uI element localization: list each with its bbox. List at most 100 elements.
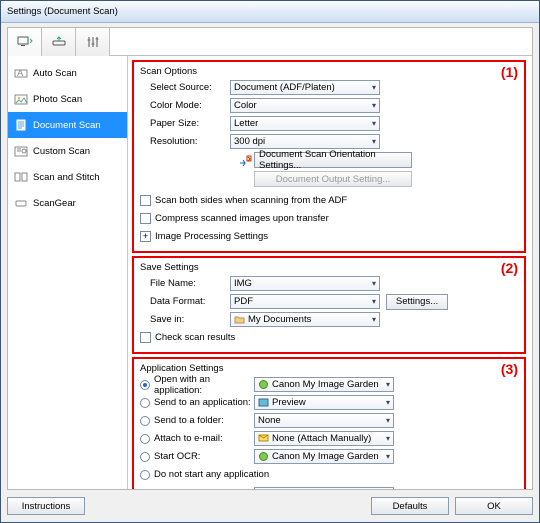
more-functions-button[interactable]: More Functions bbox=[254, 487, 394, 489]
send-folder-radio[interactable] bbox=[140, 416, 150, 426]
orientation-settings-button[interactable]: Document Scan Orientation Settings... bbox=[254, 152, 412, 168]
tab-scan-from-computer[interactable] bbox=[8, 28, 42, 56]
monitor-arrow-icon bbox=[17, 36, 33, 48]
file-name-combo[interactable]: IMG bbox=[230, 276, 380, 291]
format-settings-label: Settings... bbox=[396, 296, 438, 307]
sidebar: A Auto Scan Photo Scan Document Scan Cus… bbox=[8, 56, 128, 489]
window-title: Settings (Document Scan) bbox=[7, 6, 118, 17]
compress-checkbox[interactable] bbox=[140, 213, 151, 224]
main-area: A Auto Scan Photo Scan Document Scan Cus… bbox=[8, 56, 532, 489]
titlebar: Settings (Document Scan) bbox=[1, 1, 539, 23]
data-format-label: Data Format: bbox=[140, 296, 230, 307]
open-with-label: Open with an application: bbox=[154, 374, 254, 396]
attach-email-radio[interactable] bbox=[140, 434, 150, 444]
data-format-value: PDF bbox=[234, 296, 253, 307]
do-not-start-radio[interactable] bbox=[140, 470, 150, 480]
svg-text:A: A bbox=[17, 68, 24, 79]
color-mode-combo[interactable]: Color bbox=[230, 98, 380, 113]
scanner-icon bbox=[51, 36, 67, 48]
sidebar-item-document-scan[interactable]: Document Scan bbox=[8, 112, 127, 138]
settings-window: Settings (Document Scan) A Auto Sca bbox=[0, 0, 540, 523]
save-settings-heading: Save Settings bbox=[140, 262, 518, 273]
application-settings-heading: Application Settings bbox=[140, 363, 518, 374]
start-ocr-label: Start OCR: bbox=[154, 451, 254, 462]
image-processing-label: Image Processing Settings bbox=[155, 231, 268, 242]
folder-icon bbox=[234, 314, 245, 325]
scangear-icon bbox=[14, 197, 28, 209]
paper-size-label: Paper Size: bbox=[140, 118, 230, 129]
app-icon bbox=[258, 379, 269, 390]
check-results-checkbox[interactable] bbox=[140, 332, 151, 343]
mode-tabs bbox=[8, 28, 532, 56]
attach-email-combo[interactable]: None (Attach Manually) bbox=[254, 431, 394, 446]
content-panel: (1) Scan Options Select Source: Document… bbox=[128, 56, 532, 489]
save-in-value: My Documents bbox=[248, 314, 311, 325]
stitch-icon bbox=[14, 171, 28, 183]
sidebar-item-custom-scan[interactable]: Custom Scan bbox=[8, 138, 127, 164]
sidebar-item-label: Photo Scan bbox=[33, 94, 82, 105]
send-folder-combo[interactable]: None bbox=[254, 413, 394, 428]
tab-scan-from-panel[interactable] bbox=[42, 28, 76, 56]
sidebar-item-photo-scan[interactable]: Photo Scan bbox=[8, 86, 127, 112]
data-format-combo[interactable]: PDF bbox=[230, 294, 380, 309]
send-app-value: Preview bbox=[272, 397, 306, 408]
sidebar-item-label: Document Scan bbox=[33, 120, 101, 131]
defaults-label: Defaults bbox=[393, 501, 428, 512]
tab-general-settings[interactable] bbox=[76, 28, 110, 56]
sidebar-item-label: Custom Scan bbox=[33, 146, 90, 157]
start-ocr-radio[interactable] bbox=[140, 452, 150, 462]
paper-size-combo[interactable]: Letter bbox=[230, 116, 380, 131]
ok-label: OK bbox=[487, 501, 501, 512]
auto-scan-icon: A bbox=[14, 67, 28, 79]
save-in-combo[interactable]: My Documents bbox=[230, 312, 380, 327]
send-app-label: Send to an application: bbox=[154, 397, 254, 408]
select-source-combo[interactable]: Document (ADF/Platen) bbox=[230, 80, 380, 95]
orientation-settings-label: Document Scan Orientation Settings... bbox=[259, 149, 407, 171]
sidebar-item-auto-scan[interactable]: A Auto Scan bbox=[8, 60, 127, 86]
custom-scan-icon bbox=[14, 145, 28, 157]
window-body: A Auto Scan Photo Scan Document Scan Cus… bbox=[1, 23, 539, 522]
select-source-value: Document (ADF/Platen) bbox=[234, 82, 335, 93]
image-processing-expander[interactable]: + bbox=[140, 231, 151, 242]
check-results-label: Check scan results bbox=[155, 332, 235, 343]
send-folder-value: None bbox=[258, 415, 281, 426]
start-ocr-combo[interactable]: Canon My Image Garden bbox=[254, 449, 394, 464]
both-sides-checkbox[interactable] bbox=[140, 195, 151, 206]
preview-icon bbox=[258, 397, 269, 408]
open-with-radio[interactable] bbox=[140, 380, 150, 390]
send-app-combo[interactable]: Preview bbox=[254, 395, 394, 410]
instructions-button[interactable]: Instructions bbox=[7, 497, 85, 515]
sidebar-item-label: Auto Scan bbox=[33, 68, 77, 79]
resolution-value: 300 dpi bbox=[234, 136, 265, 147]
file-name-label: File Name: bbox=[140, 278, 230, 289]
callout-2: (2) bbox=[501, 260, 518, 276]
callout-1: (1) bbox=[501, 64, 518, 80]
do-not-start-label: Do not start any application bbox=[154, 469, 269, 480]
sidebar-item-scan-and-stitch[interactable]: Scan and Stitch bbox=[8, 164, 127, 190]
send-app-radio[interactable] bbox=[140, 398, 150, 408]
callout-3: (3) bbox=[501, 361, 518, 377]
ok-button[interactable]: OK bbox=[455, 497, 533, 515]
format-settings-button[interactable]: Settings... bbox=[386, 294, 448, 310]
open-with-value: Canon My Image Garden bbox=[272, 379, 379, 390]
open-with-combo[interactable]: Canon My Image Garden bbox=[254, 377, 394, 392]
document-scan-icon bbox=[14, 119, 28, 131]
select-source-label: Select Source: bbox=[140, 82, 230, 93]
compress-label: Compress scanned images upon transfer bbox=[155, 213, 329, 224]
attach-email-value: None (Attach Manually) bbox=[272, 433, 371, 444]
resolution-combo[interactable]: 300 dpi bbox=[230, 134, 380, 149]
orientation-icon bbox=[238, 154, 252, 166]
app-icon bbox=[258, 451, 269, 462]
email-icon bbox=[258, 433, 269, 444]
sidebar-item-scangear[interactable]: ScanGear bbox=[8, 190, 127, 216]
both-sides-label: Scan both sides when scanning from the A… bbox=[155, 195, 347, 206]
defaults-button[interactable]: Defaults bbox=[371, 497, 449, 515]
attach-email-label: Attach to e-mail: bbox=[154, 433, 254, 444]
output-setting-button[interactable]: Document Output Setting... bbox=[254, 171, 412, 187]
section-save-settings: (2) Save Settings File Name: IMG Data Fo… bbox=[132, 256, 526, 354]
resolution-label: Resolution: bbox=[140, 136, 230, 147]
sidebar-item-label: ScanGear bbox=[33, 198, 76, 209]
paper-size-value: Letter bbox=[234, 118, 258, 129]
color-mode-value: Color bbox=[234, 100, 257, 111]
sidebar-item-label: Scan and Stitch bbox=[33, 172, 100, 183]
